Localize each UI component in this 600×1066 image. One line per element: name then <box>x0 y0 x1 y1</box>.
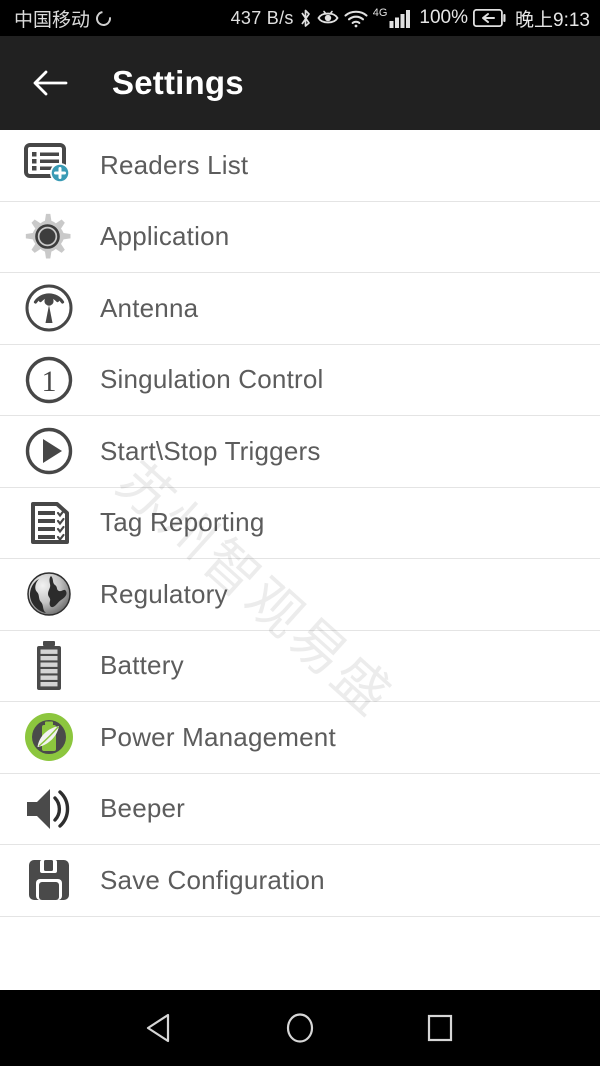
battery-percent-label: 100% <box>419 7 469 28</box>
checklist-icon <box>18 497 80 549</box>
page-title: Settings <box>112 64 244 101</box>
list-item-label: Tag Reporting <box>100 507 265 538</box>
list-item-start-stop-triggers[interactable]: Start\Stop Triggers <box>0 416 600 488</box>
floppy-disk-icon <box>18 854 80 906</box>
list-item-label: Beeper <box>100 793 186 824</box>
globe-icon <box>18 568 80 620</box>
antenna-icon <box>18 282 80 334</box>
list-item-regulatory[interactable]: Regulatory <box>0 559 600 631</box>
list-bottom-space <box>0 916 600 995</box>
bluetooth-icon <box>299 8 312 28</box>
list-item-readers-list[interactable]: Readers List <box>0 130 600 202</box>
list-item-label: Singulation Control <box>100 364 324 395</box>
list-item-label: Battery <box>100 650 184 681</box>
back-triangle-icon[interactable] <box>130 998 190 1058</box>
list-item-label: Power Management <box>100 721 336 752</box>
list-item-beeper[interactable]: Beeper <box>0 774 600 845</box>
back-arrow-icon[interactable] <box>30 63 70 103</box>
list-item-application[interactable]: Application <box>0 202 600 273</box>
list-item-label: Readers List <box>100 149 249 180</box>
signal-bars-icon <box>389 8 413 28</box>
status-bar-right: 437 B/s 4G 100% 晚上9:13 <box>231 5 590 32</box>
list-item-singulation-control[interactable]: 1 Singulation Control <box>0 345 600 416</box>
network-type-label: 4G <box>372 7 388 19</box>
speaker-icon <box>18 783 80 835</box>
list-item-tag-reporting[interactable]: Tag Reporting <box>0 488 600 559</box>
list-item-battery[interactable]: Battery <box>0 631 600 702</box>
app-bar: Settings <box>0 36 600 130</box>
svg-text:1: 1 <box>42 365 57 398</box>
readers-list-icon <box>18 139 80 191</box>
battery-icon <box>18 640 80 692</box>
system-navigation-bar <box>0 990 600 1066</box>
settings-list: Readers List Application Antenna 1 Singu… <box>0 130 600 917</box>
list-item-label: Antenna <box>100 292 199 323</box>
list-item-label: Regulatory <box>100 578 228 609</box>
power-management-icon <box>18 711 80 763</box>
play-circle-icon <box>18 425 80 477</box>
eye-comfort-icon <box>317 9 339 27</box>
home-circle-icon[interactable] <box>270 998 330 1058</box>
recents-square-icon[interactable] <box>410 998 470 1058</box>
list-item-label: Application <box>100 221 230 252</box>
gear-icon <box>18 211 80 263</box>
list-item-save-configuration[interactable]: Save Configuration <box>0 845 600 917</box>
list-item-label: Save Configuration <box>100 864 325 895</box>
list-item-power-management[interactable]: Power Management <box>0 702 600 774</box>
carrier-label: 中国移动 <box>14 9 91 31</box>
status-bar-left: 中国移动 <box>14 5 114 32</box>
battery-charging-icon <box>473 9 506 27</box>
circle-one-icon: 1 <box>18 354 80 406</box>
network-speed-label: 437 B/s <box>230 7 294 28</box>
list-item-label: Start\Stop Triggers <box>100 435 321 466</box>
wifi-icon <box>344 9 368 28</box>
list-item-antenna[interactable]: Antenna <box>0 273 600 345</box>
clock-label: 晚上9:13 <box>515 9 590 31</box>
sim-ring-icon <box>93 7 114 29</box>
status-bar: 中国移动 437 B/s 4G 100% 晚上9:13 <box>0 0 600 36</box>
